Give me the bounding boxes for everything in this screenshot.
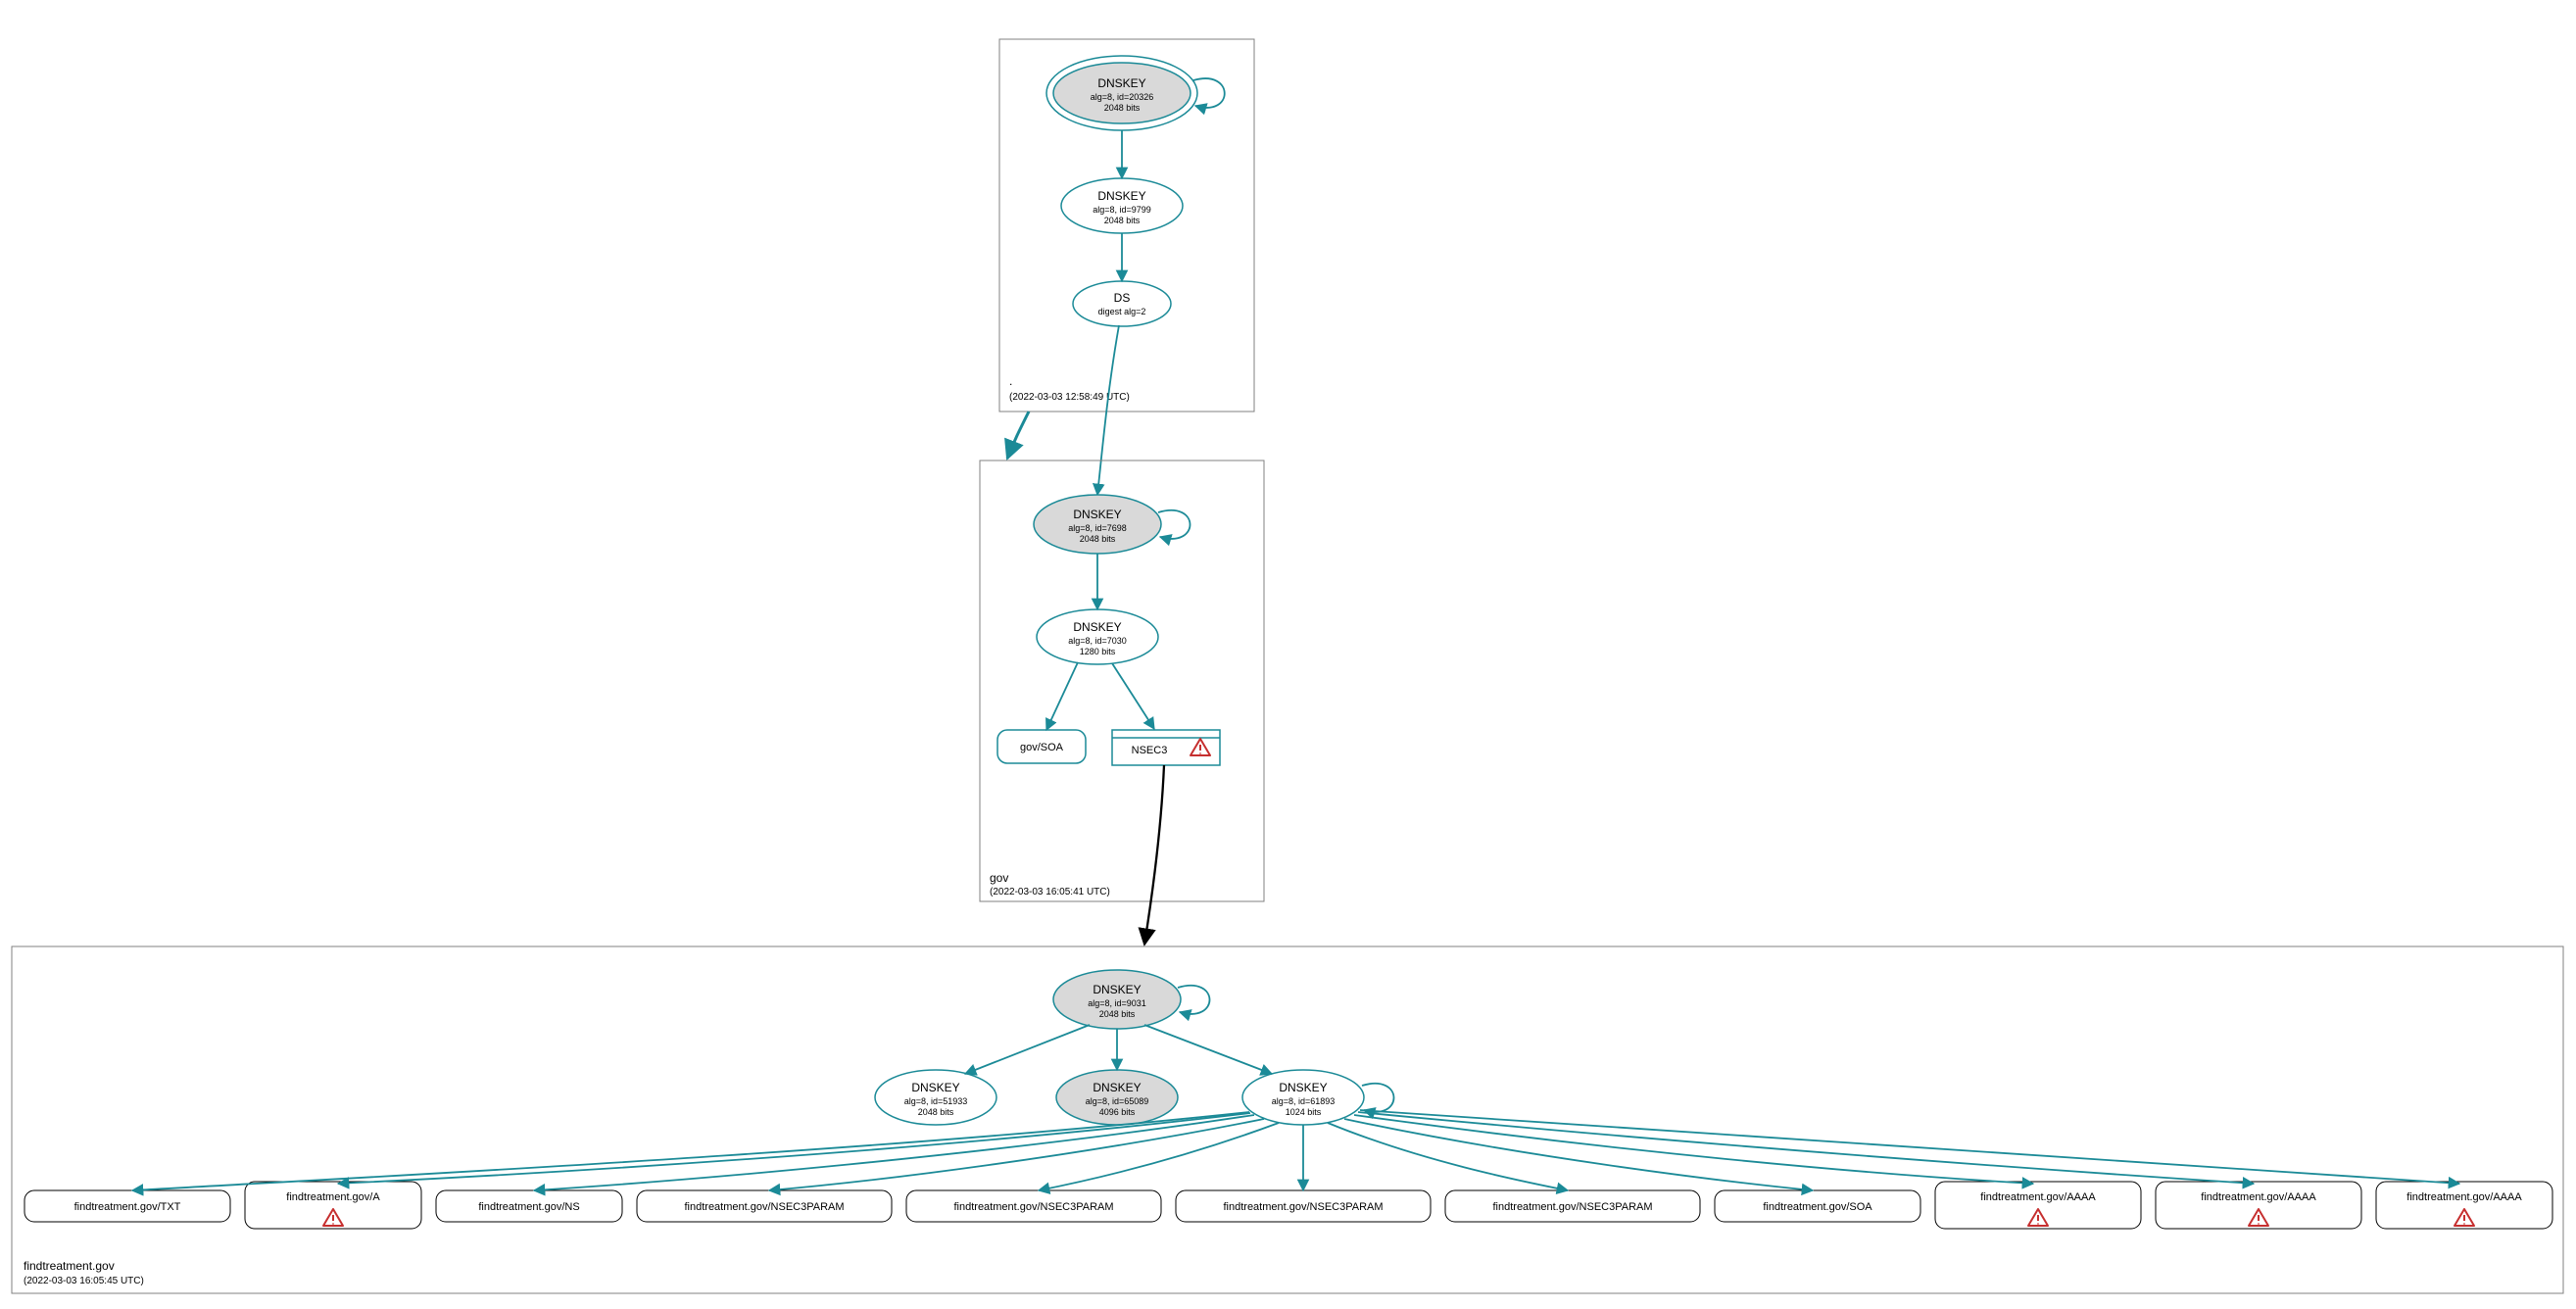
node-root-ds: DS digest alg=2 — [1073, 281, 1171, 326]
svg-text:2048 bits: 2048 bits — [1104, 103, 1141, 113]
svg-text:4096 bits: 4096 bits — [1099, 1107, 1136, 1117]
svg-text:1024 bits: 1024 bits — [1286, 1107, 1322, 1117]
node-ft-k4: DNSKEY alg=8, id=61893 1024 bits — [1242, 1070, 1364, 1125]
svg-text:gov/SOA: gov/SOA — [1020, 742, 1064, 753]
zone-gov: gov (2022-03-03 16:05:41 UTC) DNSKEY alg… — [980, 461, 1264, 901]
svg-text:findtreatment.gov/A: findtreatment.gov/A — [286, 1191, 380, 1203]
zone-gov-ts: (2022-03-03 16:05:41 UTC) — [990, 887, 1110, 897]
svg-text:findtreatment.gov/AAAA: findtreatment.gov/AAAA — [2406, 1191, 2522, 1203]
zone-root-ts: (2022-03-03 12:58:49 UTC) — [1009, 392, 1130, 403]
svg-text:alg=8, id=7030: alg=8, id=7030 — [1068, 636, 1127, 646]
zone-ft-label: findtreatment.gov — [24, 1259, 115, 1273]
svg-text:findtreatment.gov/NSEC3PARAM: findtreatment.gov/NSEC3PARAM — [953, 1201, 1113, 1213]
record-aaaa-1: findtreatment.gov/AAAA — [1935, 1182, 2141, 1229]
svg-text:DNSKEY: DNSKEY — [1097, 76, 1145, 90]
svg-text:2048 bits: 2048 bits — [1080, 534, 1116, 544]
node-root-zsk: DNSKEY alg=8, id=9799 2048 bits — [1061, 178, 1183, 233]
record-aaaa-3: findtreatment.gov/AAAA — [2376, 1182, 2552, 1229]
svg-text:DS: DS — [1114, 291, 1131, 305]
svg-text:findtreatment.gov/NSEC3PARAM: findtreatment.gov/NSEC3PARAM — [1223, 1201, 1383, 1213]
svg-text:1280 bits: 1280 bits — [1080, 647, 1116, 656]
node-gov-zsk: DNSKEY alg=8, id=7030 1280 bits — [1037, 609, 1158, 664]
node-gov-nsec3: NSEC3 — [1112, 730, 1220, 765]
svg-text:alg=8, id=61893: alg=8, id=61893 — [1272, 1096, 1336, 1106]
svg-text:alg=8, id=7698: alg=8, id=7698 — [1068, 523, 1127, 533]
svg-text:NSEC3: NSEC3 — [1132, 745, 1168, 756]
dnssec-diagram: . (2022-03-03 12:58:49 UTC) DNSKEY alg=8… — [0, 0, 2576, 1309]
record-aaaa-2: findtreatment.gov/AAAA — [2156, 1182, 2361, 1229]
svg-text:DNSKEY: DNSKEY — [1279, 1081, 1327, 1094]
record-nsec3p-2: findtreatment.gov/NSEC3PARAM — [906, 1190, 1161, 1222]
svg-text:alg=8, id=20326: alg=8, id=20326 — [1091, 92, 1154, 102]
record-nsec3p-4: findtreatment.gov/NSEC3PARAM — [1445, 1190, 1700, 1222]
node-root-ksk: DNSKEY alg=8, id=20326 2048 bits — [1046, 56, 1197, 130]
zone-root-label: . — [1009, 374, 1012, 388]
svg-text:findtreatment.gov/AAAA: findtreatment.gov/AAAA — [2201, 1191, 2316, 1203]
svg-text:DNSKEY: DNSKEY — [1093, 1081, 1141, 1094]
svg-text:findtreatment.gov/NSEC3PARAM: findtreatment.gov/NSEC3PARAM — [1492, 1201, 1652, 1213]
svg-text:findtreatment.gov/AAAA: findtreatment.gov/AAAA — [1980, 1191, 2096, 1203]
zone-root: . (2022-03-03 12:58:49 UTC) DNSKEY alg=8… — [999, 39, 1254, 412]
node-ft-k3: DNSKEY alg=8, id=65089 4096 bits — [1056, 1070, 1178, 1125]
svg-text:findtreatment.gov/NSEC3PARAM: findtreatment.gov/NSEC3PARAM — [684, 1201, 844, 1213]
svg-text:findtreatment.gov/NS: findtreatment.gov/NS — [478, 1201, 579, 1213]
zone-gov-label: gov — [990, 871, 1008, 885]
svg-text:DNSKEY: DNSKEY — [1073, 620, 1121, 634]
svg-text:alg=8, id=9031: alg=8, id=9031 — [1088, 998, 1146, 1008]
svg-text:digest alg=2: digest alg=2 — [1098, 307, 1146, 316]
node-gov-soa: gov/SOA — [997, 730, 1086, 763]
zone-ft-ts: (2022-03-03 16:05:45 UTC) — [24, 1276, 144, 1286]
svg-text:findtreatment.gov/SOA: findtreatment.gov/SOA — [1763, 1201, 1872, 1213]
svg-text:DNSKEY: DNSKEY — [1097, 189, 1145, 203]
svg-text:findtreatment.gov/TXT: findtreatment.gov/TXT — [74, 1201, 181, 1213]
svg-text:2048 bits: 2048 bits — [1099, 1009, 1136, 1019]
record-nsec3p-3: findtreatment.gov/NSEC3PARAM — [1176, 1190, 1431, 1222]
record-ns: findtreatment.gov/NS — [436, 1190, 622, 1222]
record-nsec3p-1: findtreatment.gov/NSEC3PARAM — [637, 1190, 892, 1222]
svg-text:alg=8, id=65089: alg=8, id=65089 — [1086, 1096, 1149, 1106]
svg-text:alg=8, id=9799: alg=8, id=9799 — [1093, 205, 1151, 215]
svg-text:alg=8, id=51933: alg=8, id=51933 — [904, 1096, 968, 1106]
node-ft-ksk: DNSKEY alg=8, id=9031 2048 bits — [1053, 970, 1181, 1029]
node-ft-k2: DNSKEY alg=8, id=51933 2048 bits — [875, 1070, 996, 1125]
svg-text:DNSKEY: DNSKEY — [1093, 983, 1141, 996]
svg-text:DNSKEY: DNSKEY — [911, 1081, 959, 1094]
node-gov-ksk: DNSKEY alg=8, id=7698 2048 bits — [1034, 495, 1161, 554]
record-txt: findtreatment.gov/TXT — [24, 1190, 230, 1222]
svg-text:2048 bits: 2048 bits — [918, 1107, 954, 1117]
svg-text:2048 bits: 2048 bits — [1104, 216, 1141, 225]
zone-findtreatment: findtreatment.gov (2022-03-03 16:05:45 U… — [12, 946, 2563, 1293]
record-a: findtreatment.gov/A — [245, 1182, 421, 1229]
record-soa: findtreatment.gov/SOA — [1715, 1190, 1920, 1222]
svg-text:DNSKEY: DNSKEY — [1073, 508, 1121, 521]
